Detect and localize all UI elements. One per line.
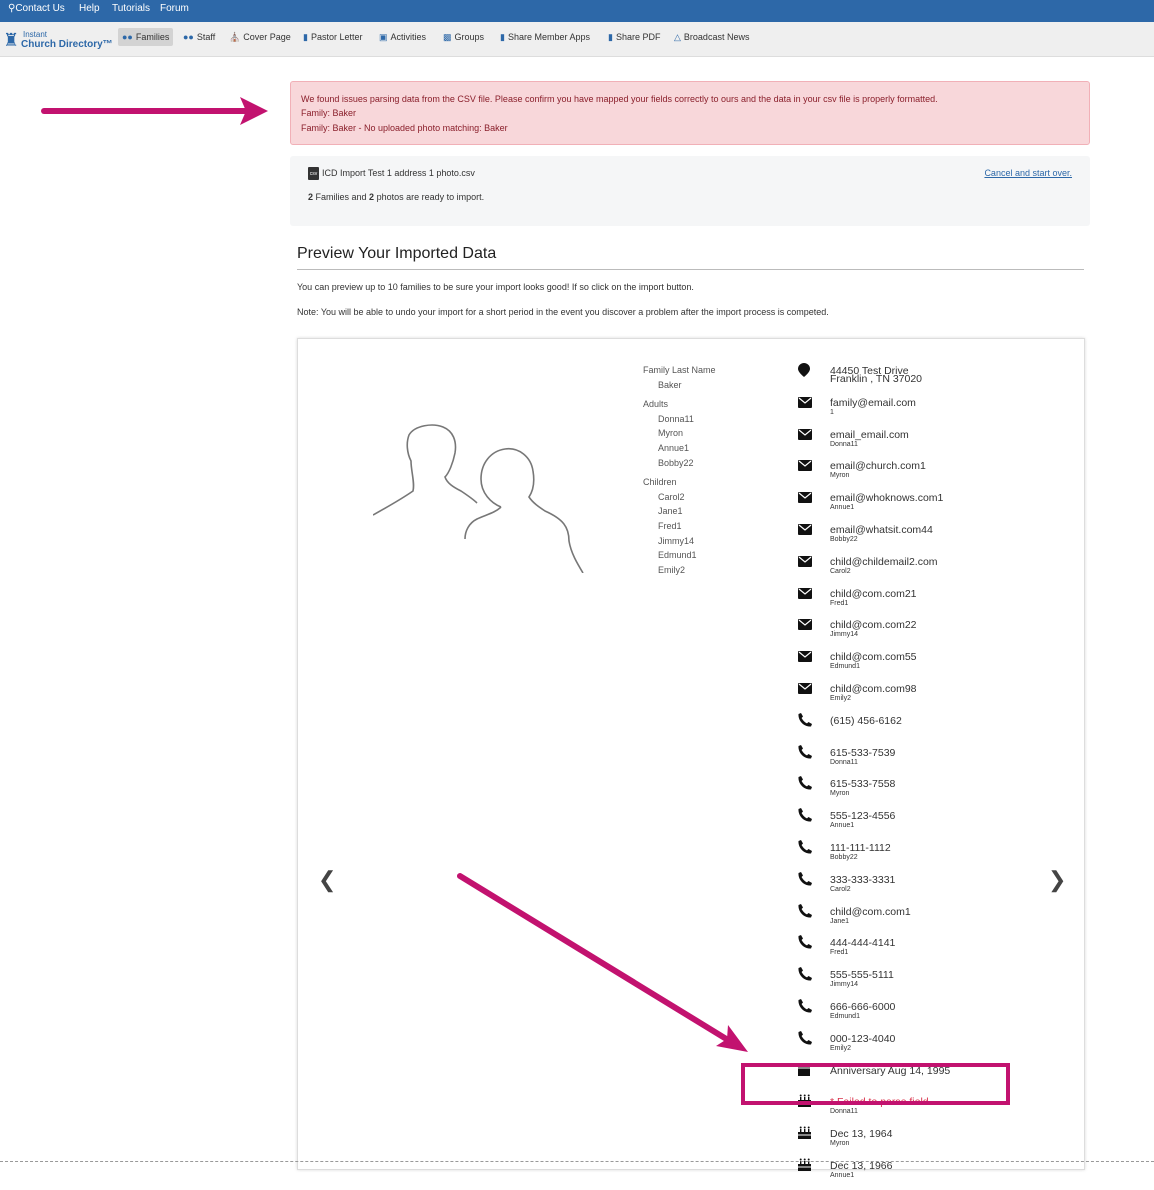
annotation-arrows — [41, 97, 748, 1052]
page-bottom-border — [0, 1161, 1154, 1162]
contact-info-owner: Annue1 — [830, 1171, 855, 1179]
annotation-arrow-2 — [457, 873, 731, 1043]
